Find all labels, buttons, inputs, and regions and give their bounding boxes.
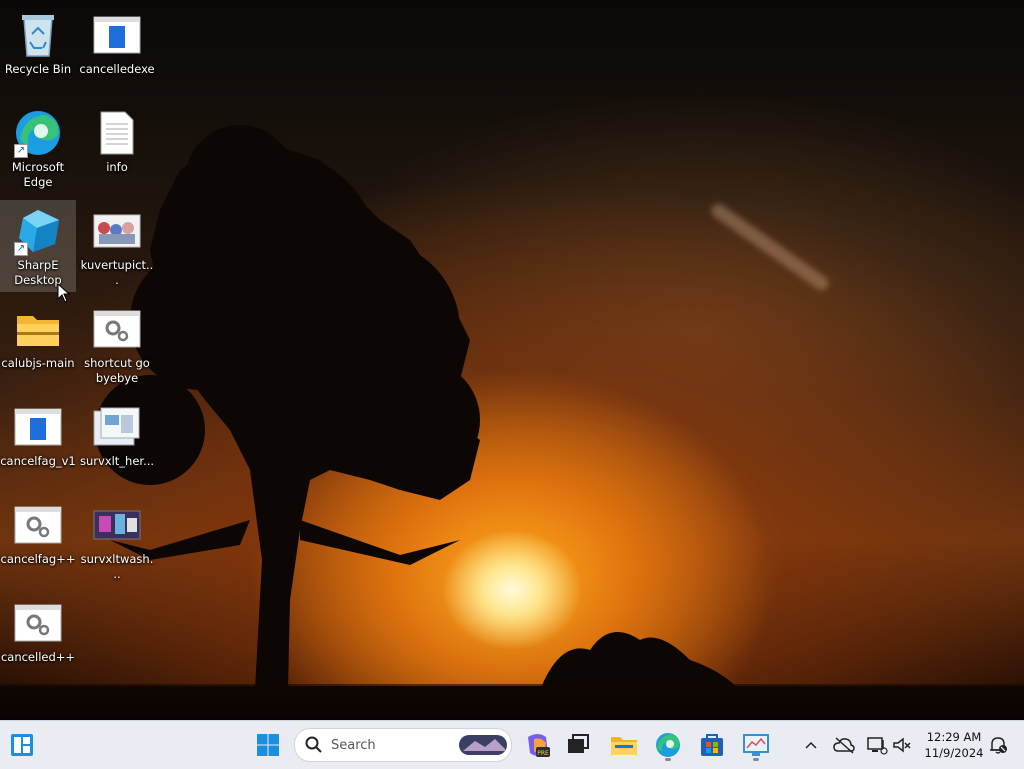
taskbar: Search PRE 12:29 AM 11/9/2024 bbox=[0, 720, 1024, 769]
desktop-icon-shortcut-go-byebye[interactable]: shortcut go byebye bbox=[79, 298, 155, 390]
taskbar-store-button[interactable] bbox=[694, 727, 730, 763]
settings-file-icon bbox=[91, 304, 143, 354]
settings-file-icon bbox=[12, 500, 64, 550]
taskbar-task-view-button[interactable] bbox=[560, 727, 596, 763]
icon-label: Microsoft Edge bbox=[11, 160, 65, 189]
desktop-icon-calubjs-main[interactable]: calubjs-main bbox=[0, 298, 76, 390]
widgets-icon bbox=[11, 734, 33, 756]
icon-label: survxlt_her... bbox=[79, 454, 155, 468]
icon-label: cancelledexe bbox=[79, 62, 155, 76]
show-hidden-icons-button[interactable] bbox=[796, 727, 826, 763]
desktop-icon-microsoft-edge[interactable]: ↗ Microsoft Edge bbox=[0, 102, 76, 194]
taskbar-edge-button[interactable] bbox=[650, 727, 686, 763]
icon-label: Recycle Bin bbox=[4, 62, 72, 76]
desktop-icon-cancelfag-v1[interactable]: cancelfag_v1 bbox=[0, 396, 76, 488]
monitor-icon bbox=[743, 734, 769, 756]
icon-label: kuvertupict... bbox=[80, 258, 154, 287]
icon-label: shortcut go byebye bbox=[84, 356, 150, 385]
installer-icon bbox=[91, 402, 143, 452]
app-window-icon bbox=[91, 10, 143, 60]
clock-date: 11/9/2024 bbox=[924, 746, 984, 760]
icon-label: info bbox=[106, 160, 128, 174]
desktop-icon-kuvertupict[interactable]: kuvertupict... bbox=[79, 200, 155, 292]
folder-icon bbox=[611, 737, 637, 755]
taskbar-copilot-button[interactable]: PRE bbox=[520, 727, 556, 763]
windows-start-icon bbox=[257, 734, 279, 756]
copilot-icon: PRE bbox=[528, 734, 550, 757]
desktop-icon-cancelledexe[interactable]: cancelledexe bbox=[79, 4, 155, 96]
desktop-icon-sharpe-desktop[interactable]: ↗ SharpE Desktop bbox=[0, 200, 76, 292]
taskbar-file-explorer-button[interactable] bbox=[606, 727, 642, 763]
image-thumbnail-icon bbox=[91, 500, 143, 550]
desktop-icon-survxltwash[interactable]: survxltwash... bbox=[79, 494, 155, 586]
shortcut-arrow-icon: ↗ bbox=[14, 144, 28, 158]
start-button[interactable] bbox=[250, 727, 286, 763]
desktop-icon-cancelled-plusplus[interactable]: cancelled++ bbox=[0, 592, 76, 684]
desktop-icon-cancelfag-plusplus[interactable]: cancelfag++ bbox=[0, 494, 76, 586]
edge-icon bbox=[656, 733, 680, 757]
search-icon bbox=[305, 736, 322, 753]
image-thumbnail-icon bbox=[91, 206, 143, 256]
clock-time: 12:29 AM bbox=[926, 730, 982, 744]
chevron-up-icon bbox=[805, 741, 817, 749]
shortcut-arrow-icon: ↗ bbox=[14, 242, 28, 256]
desktop-icon-survxlt-her[interactable]: survxlt_her... bbox=[79, 396, 155, 488]
icon-label: calubjs-main bbox=[1, 356, 75, 370]
wallpaper-ground bbox=[0, 684, 1024, 720]
app-window-icon bbox=[12, 402, 64, 452]
search-highlight-icon bbox=[459, 735, 507, 755]
taskbar-clock[interactable]: 12:29 AM 11/9/2024 bbox=[918, 729, 990, 761]
settings-file-icon bbox=[12, 598, 64, 648]
edge-icon: ↗ bbox=[12, 108, 64, 158]
icon-label: cancelled++ bbox=[0, 650, 76, 664]
blue-cube-icon: ↗ bbox=[12, 206, 64, 256]
desktop-icon-info[interactable]: info bbox=[79, 102, 155, 194]
volume-muted-icon bbox=[893, 737, 911, 753]
tray-network-button[interactable] bbox=[862, 727, 892, 763]
taskbar-monitor-app-button[interactable] bbox=[738, 727, 774, 763]
task-view-icon bbox=[568, 734, 589, 753]
text-document-icon bbox=[91, 108, 143, 158]
running-indicator bbox=[665, 758, 671, 761]
notifications-button[interactable] bbox=[984, 727, 1012, 763]
desktop-icon-recycle-bin[interactable]: Recycle Bin bbox=[0, 4, 76, 96]
network-disconnected-icon bbox=[867, 737, 888, 755]
store-icon bbox=[701, 734, 723, 756]
icon-label: survxltwash... bbox=[80, 552, 154, 581]
zip-folder-icon bbox=[12, 304, 64, 354]
tray-onedrive-button[interactable] bbox=[828, 727, 860, 763]
notification-bell-icon bbox=[990, 737, 1007, 754]
mouse-cursor-icon bbox=[57, 283, 71, 303]
search-placeholder: Search bbox=[331, 737, 376, 753]
taskbar-search-box[interactable]: Search bbox=[294, 728, 512, 762]
svg-text:PRE: PRE bbox=[537, 750, 549, 757]
cloud-offline-icon bbox=[833, 737, 855, 754]
widgets-button[interactable] bbox=[4, 727, 40, 763]
tray-volume-button[interactable] bbox=[890, 727, 914, 763]
running-indicator bbox=[753, 758, 759, 761]
recycle-bin-icon bbox=[12, 10, 64, 60]
icon-label: cancelfag_v1 bbox=[0, 454, 76, 468]
icon-label: cancelfag++ bbox=[0, 552, 76, 566]
